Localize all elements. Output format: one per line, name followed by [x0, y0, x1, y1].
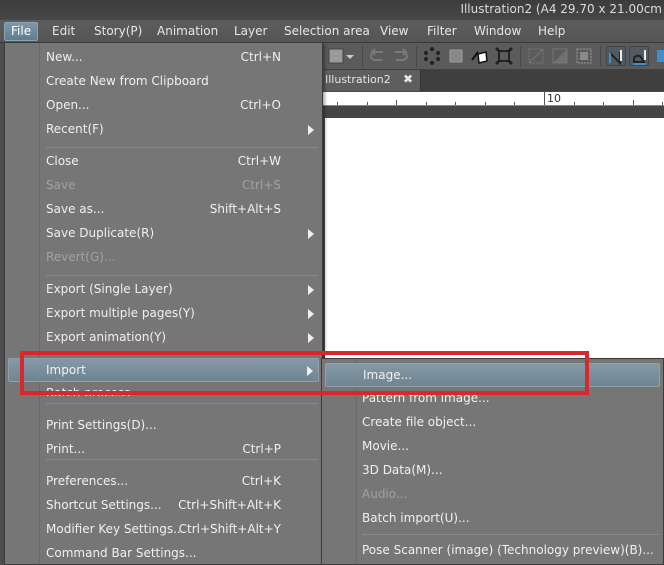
menu-item-batch-process[interactable]: Batch process — [5, 382, 322, 396]
menu-item-open[interactable]: Open... Ctrl+O — [5, 94, 322, 118]
tab-illustration2[interactable]: Illustration2 ✖ — [322, 70, 421, 91]
submenu-item-3d-data[interactable]: 3D Data(M)... — [322, 459, 663, 483]
menu-item-export-single-layer[interactable]: Export (Single Layer) — [5, 278, 322, 302]
gradient-icon[interactable] — [550, 46, 570, 66]
menu-item-save: Save Ctrl+S — [46, 178, 281, 192]
menu-selection-area[interactable]: Selection area — [278, 22, 376, 41]
menu-filter[interactable]: Filter — [421, 22, 463, 41]
dots-icon[interactable] — [422, 46, 442, 66]
selection-border-icon[interactable] — [574, 46, 594, 66]
menu-item-shortcut-settings[interactable]: Shortcut Settings... Ctrl+Shift+Alt+K — [5, 494, 322, 518]
menu-help[interactable]: Help — [532, 22, 571, 41]
command-bar — [322, 43, 664, 70]
menu-item-new[interactable]: New... Ctrl+N — [5, 46, 322, 70]
menu-item-revert: Revert(G)... — [46, 250, 116, 264]
fill-bucket-icon[interactable] — [470, 46, 490, 66]
menu-story[interactable]: Story(P) — [88, 22, 148, 41]
submenu-arrow-icon — [307, 366, 313, 376]
menu-item-close[interactable]: Close Ctrl+W — [5, 150, 322, 174]
horizontal-ruler: 10 — [322, 91, 664, 106]
undo-icon[interactable] — [368, 46, 388, 66]
submenu-item-create-file-object[interactable]: Create file object... — [322, 411, 663, 435]
submenu-arrow-icon — [308, 125, 314, 135]
menu-layer[interactable]: Layer — [228, 22, 273, 41]
transform-icon[interactable] — [446, 46, 466, 66]
submenu-arrow-icon — [308, 309, 314, 319]
menu-animation[interactable]: Animation — [151, 22, 224, 41]
menu-item-export-animation[interactable]: Export animation(Y) — [5, 326, 322, 350]
menu-view[interactable]: View — [374, 22, 414, 41]
submenu-item-pose-scanner[interactable]: Pose Scanner (image) (Technology preview… — [322, 539, 663, 563]
submenu-item-batch-import[interactable]: Batch import(U)... — [322, 507, 663, 531]
menu-item-save-as[interactable]: Save as... Shift+Alt+S — [5, 198, 322, 222]
menu-item-recent[interactable]: Recent(F) — [5, 118, 322, 142]
menu-item-preferences[interactable]: Preferences... Ctrl+K — [5, 470, 322, 494]
menu-item-import[interactable]: Import — [8, 358, 319, 382]
submenu-arrow-icon — [308, 229, 314, 239]
document-tab-bar: Illustration2 ✖ — [322, 70, 664, 91]
import-submenu: Image... Pattern from image... Create fi… — [321, 358, 664, 565]
menu-item-create-from-clipboard[interactable]: Create New from Clipboard — [5, 70, 322, 94]
ruler-curve-icon[interactable] — [629, 46, 649, 66]
expand-selection-icon[interactable] — [494, 46, 514, 66]
ruler-pen-icon[interactable] — [606, 46, 626, 66]
menu-item-save-duplicate[interactable]: Save Duplicate(R) — [5, 222, 322, 246]
title-bar: Illustration2 (A4 29.70 x 21.00cm — [0, 0, 664, 20]
ruler-gap — [322, 106, 664, 118]
redo-icon[interactable] — [390, 46, 410, 66]
tab-label: Illustration2 — [325, 73, 391, 86]
menu-edit[interactable]: Edit — [46, 22, 81, 41]
submenu-item-audio: Audio... — [362, 487, 408, 501]
submenu-item-image[interactable]: Image... — [325, 363, 660, 387]
submenu-arrow-icon — [308, 333, 314, 343]
window-title: Illustration2 (A4 29.70 x 21.00cm — [460, 2, 662, 16]
menu-window[interactable]: Window — [468, 22, 527, 41]
ruler-label: 10 — [547, 92, 561, 105]
file-menu: New... Ctrl+N Create New from Clipboard … — [4, 42, 323, 565]
dropdown-arrow-icon[interactable] — [344, 46, 356, 66]
submenu-item-pattern-from-image[interactable]: Pattern from image... — [322, 387, 663, 411]
more-tools-icon[interactable] — [654, 46, 664, 66]
menu-item-command-bar-settings[interactable]: Command Bar Settings... — [5, 542, 322, 565]
close-icon[interactable]: ✖ — [403, 72, 413, 86]
menu-file[interactable]: File — [4, 22, 39, 41]
submenu-arrow-icon — [308, 285, 314, 295]
clear-selection-icon[interactable] — [526, 46, 546, 66]
menu-item-export-multiple-pages[interactable]: Export multiple pages(Y) — [5, 302, 322, 326]
menu-bar: File Edit Story(P) Animation Layer Selec… — [0, 20, 664, 43]
submenu-item-movie[interactable]: Movie... — [322, 435, 663, 459]
menu-item-print-settings[interactable]: Print Settings(D)... — [5, 414, 322, 438]
menu-item-modifier-key-settings[interactable]: Modifier Key Settings... Ctrl+Shift+Alt+… — [5, 518, 322, 542]
